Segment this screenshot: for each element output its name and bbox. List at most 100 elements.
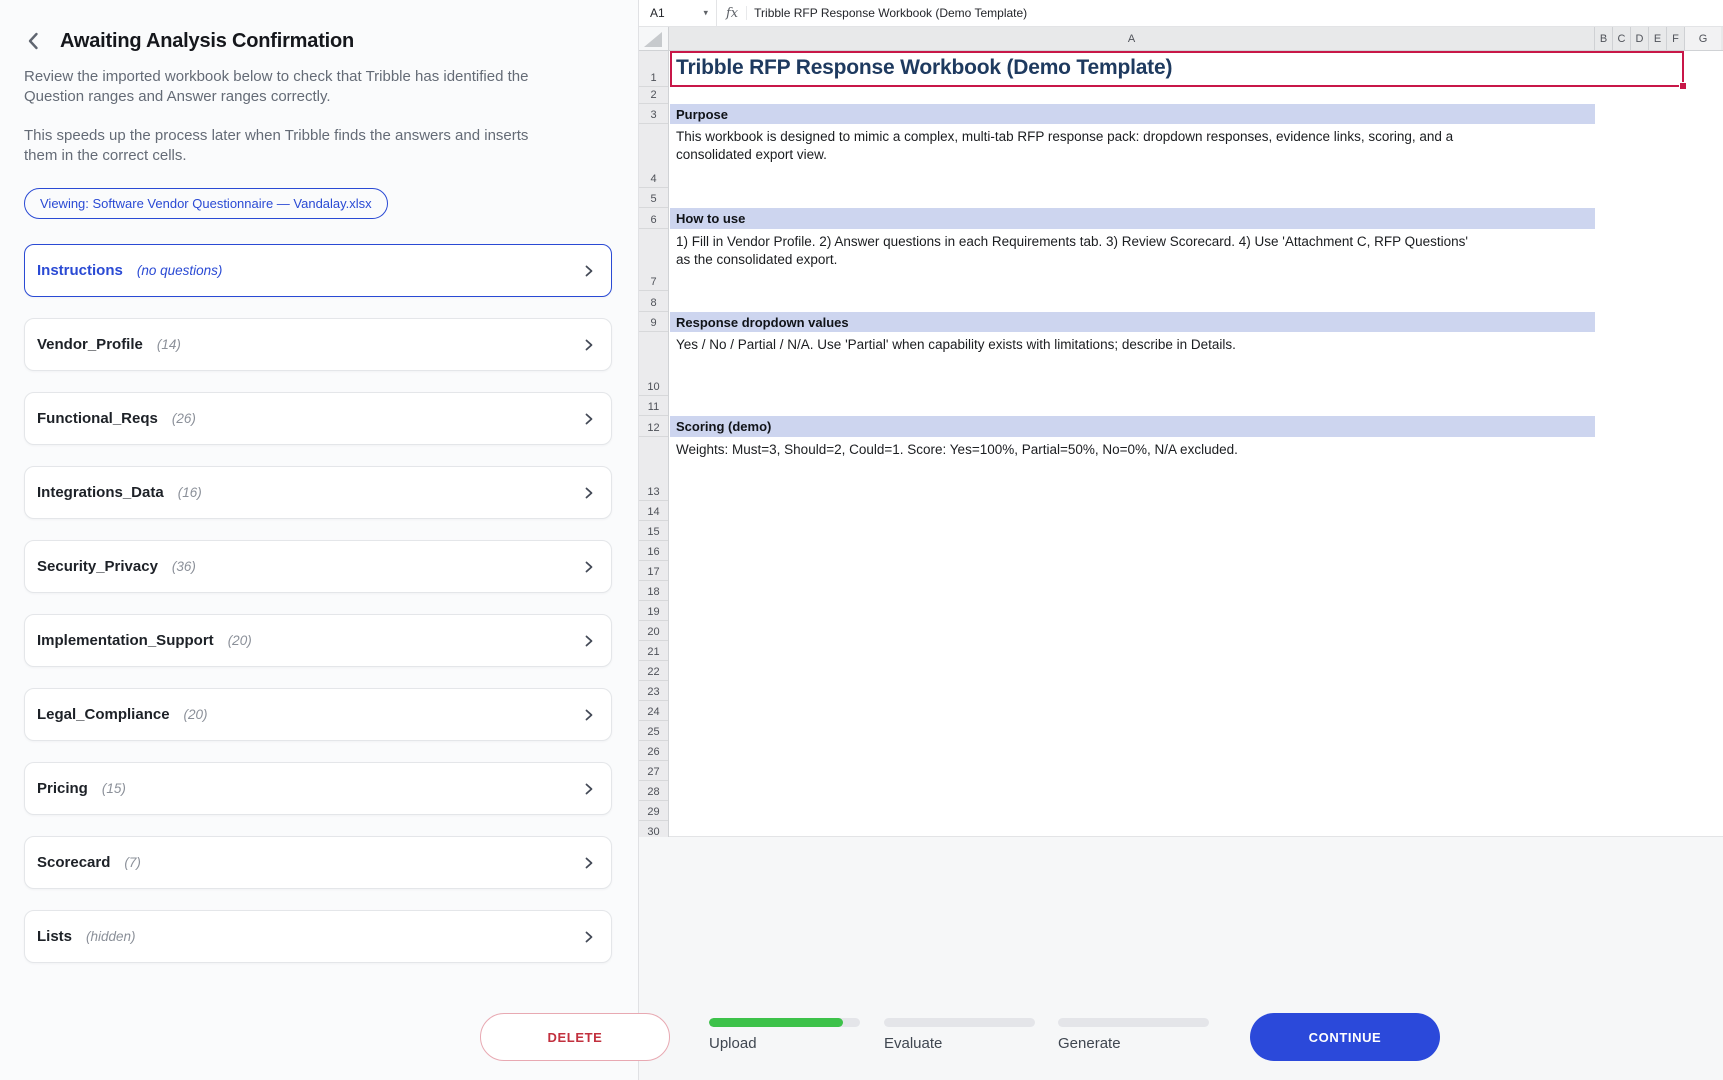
row-header[interactable]: 4 [639,124,668,188]
chevron-right-icon [581,337,597,353]
row-header[interactable]: 19 [639,601,668,621]
row-header[interactable]: 15 [639,521,668,541]
row-header[interactable]: 6 [639,208,668,229]
sheet-section-card[interactable]: Functional_Reqs (26) [24,392,612,445]
row-header[interactable]: 27 [639,761,668,781]
delete-button[interactable]: DELETE [480,1013,670,1061]
sheet-section-card[interactable]: Integrations_Data (16) [24,466,612,519]
sheet-section-count: (20) [228,633,252,648]
chevron-right-icon [581,929,597,945]
row-header[interactable]: 11 [639,396,668,416]
select-all-corner[interactable] [639,27,669,50]
row-header[interactable]: 29 [639,801,668,821]
row-header[interactable]: 10 [639,332,668,396]
sheet-section-card[interactable]: Vendor_Profile (14) [24,318,612,371]
row-header[interactable]: 12 [639,416,668,437]
chevron-right-icon [581,263,597,279]
row-header[interactable]: 26 [639,741,668,761]
row-header[interactable]: 21 [639,641,668,661]
row-header[interactable]: 13 [639,437,668,501]
row-header[interactable]: 22 [639,661,668,681]
row-header[interactable]: 3 [639,104,668,124]
sheet-section-count: (hidden) [86,929,136,944]
sheet-section-card[interactable]: Implementation_Support (20) [24,614,612,667]
chevron-right-icon [581,707,597,723]
row-header[interactable]: 30 [639,821,668,837]
row-header[interactable]: 28 [639,781,668,801]
description-paragraph-1: Review the imported workbook below to ch… [24,67,599,106]
column-header-a[interactable]: A [669,27,1595,50]
sheet-section-card[interactable]: Pricing (15) [24,762,612,815]
sheet-section-count: (16) [178,485,202,500]
column-header-e[interactable]: E [1649,27,1667,50]
section-body-cell[interactable]: This workbook is designed to mimic a com… [676,128,1453,163]
row-header[interactable]: 9 [639,312,668,332]
column-header-f[interactable]: F [1667,27,1685,50]
sheet-section-name: Implementation_Support [37,632,214,649]
row-header[interactable]: 5 [639,188,668,208]
progress-step-label: Evaluate [884,1035,1035,1052]
sheet-section-card[interactable]: Scorecard (7) [24,836,612,889]
progress-fill [709,1018,843,1027]
section-body-cell[interactable]: Yes / No / Partial / N/A. Use 'Partial' … [676,336,1236,354]
section-header-cell[interactable]: Purpose [670,104,1595,124]
spreadsheet-panel: A1 ▾ fx Tribble RFP Response Workbook (D… [638,0,1723,1080]
sheet-grid: 1234567891011121314151617181920212223242… [639,51,1723,837]
description-paragraph-2: This speeds up the process later when Tr… [24,126,599,165]
formula-bar: A1 ▾ fx Tribble RFP Response Workbook (D… [639,0,1723,27]
formula-input[interactable]: Tribble RFP Response Workbook (Demo Temp… [746,6,1027,20]
progress-track [1058,1018,1209,1027]
sheet-section-count: (20) [184,707,208,722]
section-header-cell[interactable]: Response dropdown values [670,312,1595,332]
row-header[interactable]: 8 [639,291,668,312]
sheet-section-count: (15) [102,781,126,796]
continue-button[interactable]: CONTINUE [1250,1013,1440,1061]
sheet-section-card[interactable]: Instructions (no questions) [24,244,612,297]
sheet-section-card[interactable]: Security_Privacy (36) [24,540,612,593]
sheet-section-count: (36) [172,559,196,574]
sheet-section-list: Instructions (no questions) Vendor_Profi… [24,244,612,984]
sheet-section-name: Security_Privacy [37,558,158,575]
left-panel: Awaiting Analysis Confirmation Review th… [0,0,638,1080]
cell-reference-box[interactable]: A1 ▾ [639,0,717,26]
column-header-c[interactable]: C [1613,27,1631,50]
back-button[interactable] [20,28,48,56]
sheet-section-count: (14) [157,337,181,352]
sheet-section-card[interactable]: Lists (hidden) [24,910,612,963]
section-body-cell[interactable]: 1) Fill in Vendor Profile. 2) Answer que… [676,233,1468,268]
progress-track [884,1018,1035,1027]
sheet-section-card[interactable]: Legal_Compliance (20) [24,688,612,741]
row-header[interactable]: 23 [639,681,668,701]
row-header[interactable]: 16 [639,541,668,561]
section-header-cell[interactable]: How to use [670,208,1595,229]
row-header[interactable]: 7 [639,229,668,291]
row-header[interactable]: 18 [639,581,668,601]
fill-handle[interactable] [1679,82,1687,90]
sheet-section-name: Functional_Reqs [37,410,158,427]
chevron-right-icon [581,855,597,871]
row-header[interactable]: 17 [639,561,668,581]
column-header-row: A B C D E F G [639,27,1723,51]
section-header-cell[interactable]: Scoring (demo) [670,416,1595,437]
column-header-g[interactable]: G [1685,27,1721,50]
sheet-section-name: Vendor_Profile [37,336,143,353]
column-header-b[interactable]: B [1595,27,1613,50]
progress-track [709,1018,860,1027]
column-header-d[interactable]: D [1631,27,1649,50]
row-header[interactable]: 20 [639,621,668,641]
section-body-cell[interactable]: Weights: Must=3, Should=2, Could=1. Scor… [676,441,1238,459]
row-header[interactable]: 14 [639,501,668,521]
viewing-badge-label: Viewing: Software Vendor Questionnaire —… [40,196,372,211]
row-header[interactable]: 25 [639,721,668,741]
row-header[interactable]: 1 [639,51,668,87]
cells-area[interactable]: Tribble RFP Response Workbook (Demo Temp… [670,51,1723,837]
back-chevron-icon [22,29,46,53]
progress-step: Generate [1058,1018,1209,1052]
row-header[interactable]: 2 [639,87,668,104]
sheet-section-count: (7) [124,855,141,870]
namebox-dropdown-icon[interactable]: ▾ [703,8,708,19]
sheet-section-name: Legal_Compliance [37,706,170,723]
select-all-triangle-icon [644,32,662,47]
chevron-right-icon [581,781,597,797]
row-header[interactable]: 24 [639,701,668,721]
